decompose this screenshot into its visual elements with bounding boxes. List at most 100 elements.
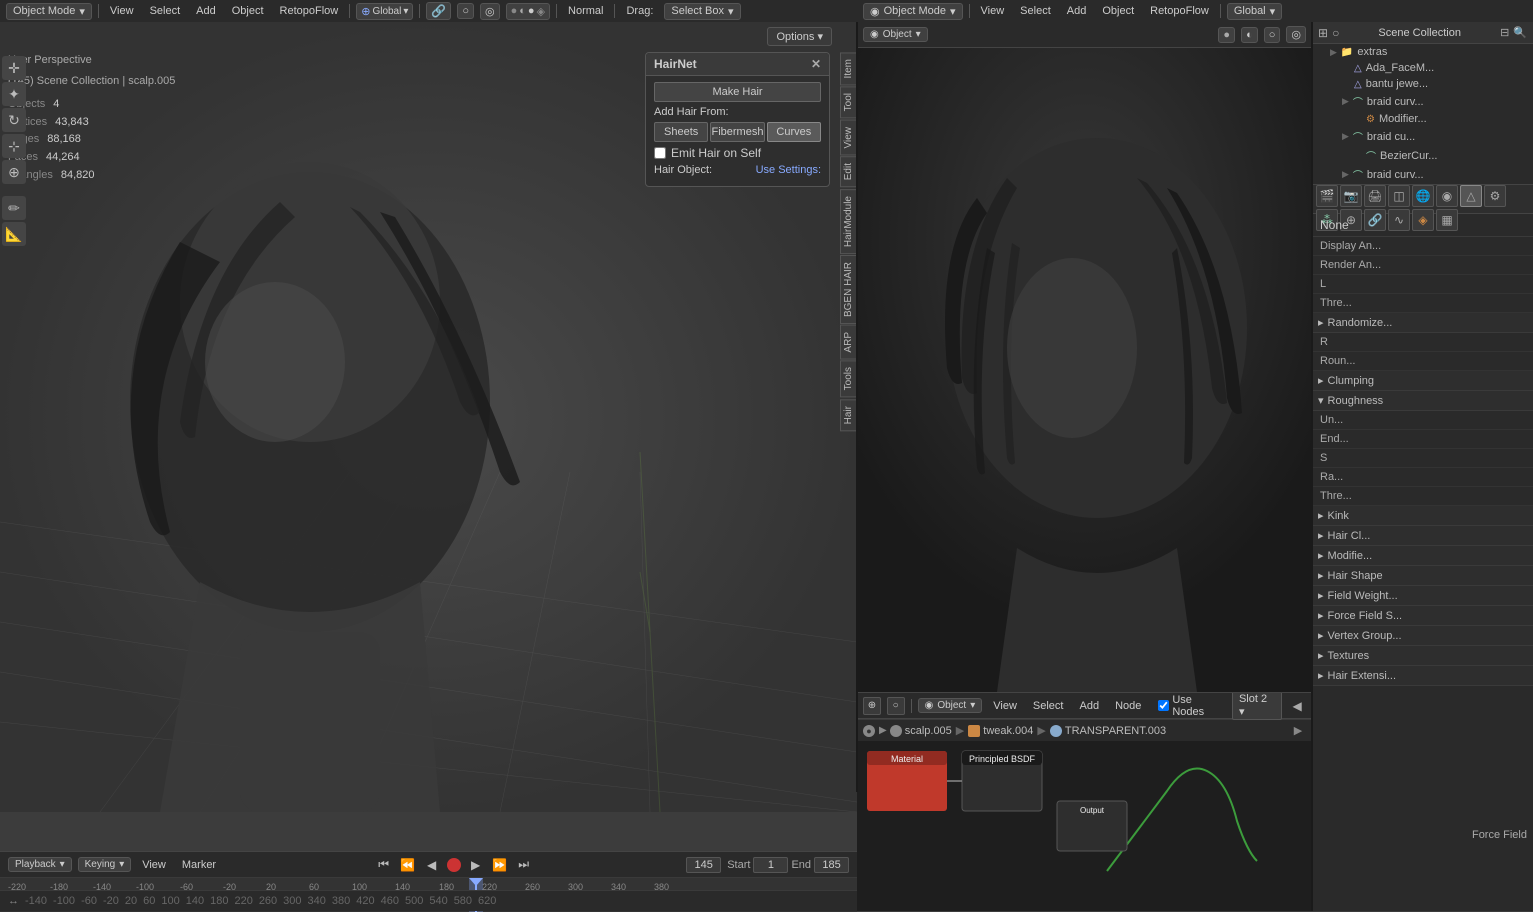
hairnet-close[interactable]: ✕	[811, 57, 821, 71]
tree-ada[interactable]: △ Ada_FaceM...	[1336, 60, 1533, 76]
scene-icon[interactable]: 🎬	[1316, 185, 1338, 207]
tab-bgen-hair[interactable]: BGEN HAIR	[840, 255, 857, 324]
tree-extras[interactable]: ▶ 📁 extras	[1324, 44, 1533, 60]
view-menu-right[interactable]: View	[976, 3, 1010, 19]
jump-end-btn[interactable]: ⏭	[515, 856, 533, 874]
overlay-btn[interactable]: ○	[457, 3, 474, 19]
randomize-section[interactable]: ▸ Randomize...	[1312, 313, 1533, 333]
xray-btn[interactable]: ◎	[480, 3, 500, 20]
record-btn[interactable]	[447, 858, 461, 872]
render-icon[interactable]: 📷	[1340, 185, 1362, 207]
retopoflow-menu-right[interactable]: RetopoFlow	[1145, 3, 1214, 19]
breadcrumb-tweak[interactable]: tweak.004	[968, 725, 1033, 737]
ne-select[interactable]: Select	[1028, 698, 1069, 714]
shading-render[interactable]: ◐	[1241, 27, 1258, 43]
ne-icon1[interactable]: ⊕	[863, 697, 881, 715]
tab-item[interactable]: Item	[840, 52, 857, 85]
sc-search[interactable]: 🔍	[1513, 26, 1527, 39]
options-button[interactable]: Options ▾	[767, 27, 832, 46]
overlay-r[interactable]: ○	[1264, 27, 1281, 43]
ne-object-mode[interactable]: ◉ Object ▾	[918, 698, 983, 713]
current-frame[interactable]: 145	[686, 857, 721, 873]
tab-hair[interactable]: Hair	[840, 399, 857, 431]
ne-expand-btn[interactable]: ◀	[1288, 697, 1306, 715]
add-menu-right[interactable]: Add	[1062, 3, 1092, 19]
modified-section[interactable]: ▸ Modifie...	[1312, 546, 1533, 566]
clumping-section[interactable]: ▸ Clumping	[1312, 371, 1533, 391]
curves-btn[interactable]: Curves	[767, 122, 821, 142]
object-menu-right[interactable]: Object	[1097, 3, 1139, 19]
object-mode-dropdown[interactable]: Object Mode ▾	[6, 3, 92, 20]
shading-solid[interactable]: ●	[1218, 27, 1235, 43]
object-menu-left[interactable]: Object	[227, 3, 269, 19]
xray-r[interactable]: ◎	[1286, 26, 1306, 43]
output-icon[interactable]: 🖨	[1364, 185, 1386, 207]
move-tool[interactable]: ✦	[2, 82, 26, 106]
world-icon[interactable]: ◉	[1436, 185, 1458, 207]
tree-braid1[interactable]: ▶ ⌒ braid curv...	[1336, 92, 1533, 111]
roughness-section[interactable]: ▾ Roughness	[1312, 391, 1533, 411]
modifier-props-icon[interactable]: ⚙	[1484, 185, 1506, 207]
scale-tool[interactable]: ⊹	[2, 134, 26, 158]
hair-ext-section[interactable]: ▸ Hair Extensi...	[1312, 666, 1533, 686]
object-props-icon[interactable]: △	[1460, 185, 1482, 207]
slot-dropdown[interactable]: Slot 2 ▾	[1232, 692, 1282, 720]
cursor-tool[interactable]: ✛	[2, 56, 26, 80]
expand-breadcrumb[interactable]: ▶	[1290, 723, 1306, 739]
tree-bezier[interactable]: ⌒ BezierCur...	[1348, 146, 1533, 165]
shading-btns[interactable]: ● ◐ ● ◈	[506, 3, 550, 20]
play-btn[interactable]: ▶	[467, 856, 485, 874]
sc-icon1[interactable]: ⊞	[1318, 26, 1328, 40]
transform-tool[interactable]: ⊕	[2, 160, 26, 184]
add-menu-left[interactable]: Add	[191, 3, 221, 19]
vertex-group-section[interactable]: ▸ Vertex Group...	[1312, 626, 1533, 646]
textures-section[interactable]: ▸ Textures	[1312, 646, 1533, 666]
measure-tool[interactable]: 📐	[2, 222, 26, 246]
breadcrumb-scalp[interactable]: ▶ scalp.005	[879, 725, 952, 737]
normal-mode[interactable]: Normal	[563, 3, 608, 19]
ne-view[interactable]: View	[988, 698, 1022, 714]
tab-tools[interactable]: Tools	[840, 360, 857, 397]
constraints-icon[interactable]: 🔗	[1364, 209, 1386, 231]
tree-modifier[interactable]: ⚙ Modifier...	[1348, 111, 1533, 127]
object-mode-dropdown-right[interactable]: ◉ Object Mode ▾	[863, 3, 963, 20]
force-field-s-section[interactable]: ▸ Force Field S...	[1312, 606, 1533, 626]
retopoflow-menu-left[interactable]: RetopoFlow	[275, 3, 344, 19]
transform-dropdown[interactable]: ⊕ Global ▾	[356, 3, 413, 20]
keying-dropdown[interactable]: Keying ▾	[78, 857, 132, 872]
kink-section[interactable]: ▸ Kink	[1312, 506, 1533, 526]
select-box-dropdown[interactable]: Select Box ▾	[664, 3, 740, 20]
sc-filter[interactable]: ⊟	[1500, 26, 1509, 39]
tab-tool[interactable]: Tool	[840, 86, 857, 118]
ne-icon2[interactable]: ○	[887, 697, 905, 715]
select-menu-left[interactable]: Select	[145, 3, 186, 19]
view-menu[interactable]: View	[105, 3, 139, 19]
snapping-btn[interactable]: 🔗	[426, 2, 451, 20]
make-hair-btn[interactable]: Make Hair	[654, 82, 821, 102]
annotate-tool[interactable]: ✏	[2, 196, 26, 220]
tree-braid2[interactable]: ▶ ⌒ braid cu...	[1336, 127, 1533, 146]
step-fwd-btn[interactable]: ⏩	[491, 856, 509, 874]
playback-dropdown[interactable]: Playback ▾	[8, 857, 72, 872]
tree-bantu[interactable]: △ bantu jewe...	[1336, 76, 1533, 92]
end-frame[interactable]: 185	[814, 857, 849, 873]
ne-add[interactable]: Add	[1074, 698, 1104, 714]
sc-icon2[interactable]: ○	[1332, 26, 1339, 40]
select-menu-right[interactable]: Select	[1015, 3, 1056, 19]
data-icon[interactable]: ∿	[1388, 209, 1410, 231]
ne-node[interactable]: Node	[1110, 698, 1146, 714]
material-icon[interactable]: ◈	[1412, 209, 1434, 231]
tree-braid3[interactable]: ▶ ⌒ braid curv...	[1336, 165, 1533, 184]
play-back-btn[interactable]: ◀	[423, 856, 441, 874]
tab-arp[interactable]: ARP	[840, 325, 857, 360]
breadcrumb-transparent[interactable]: TRANSPARENT.003	[1050, 725, 1166, 737]
field-weight-section[interactable]: ▸ Field Weight...	[1312, 586, 1533, 606]
start-frame[interactable]: 1	[753, 857, 788, 873]
hair-shape-section[interactable]: ▸ Hair Shape	[1312, 566, 1533, 586]
hair-cl-section[interactable]: ▸ Hair Cl...	[1312, 526, 1533, 546]
global-right[interactable]: Global ▾	[1227, 3, 1282, 20]
sheets-btn[interactable]: Sheets	[654, 122, 708, 142]
fibermesh-btn[interactable]: Fibermesh	[710, 122, 764, 142]
scene-props-icon[interactable]: 🌐	[1412, 185, 1434, 207]
tab-edit[interactable]: Edit	[840, 156, 857, 187]
